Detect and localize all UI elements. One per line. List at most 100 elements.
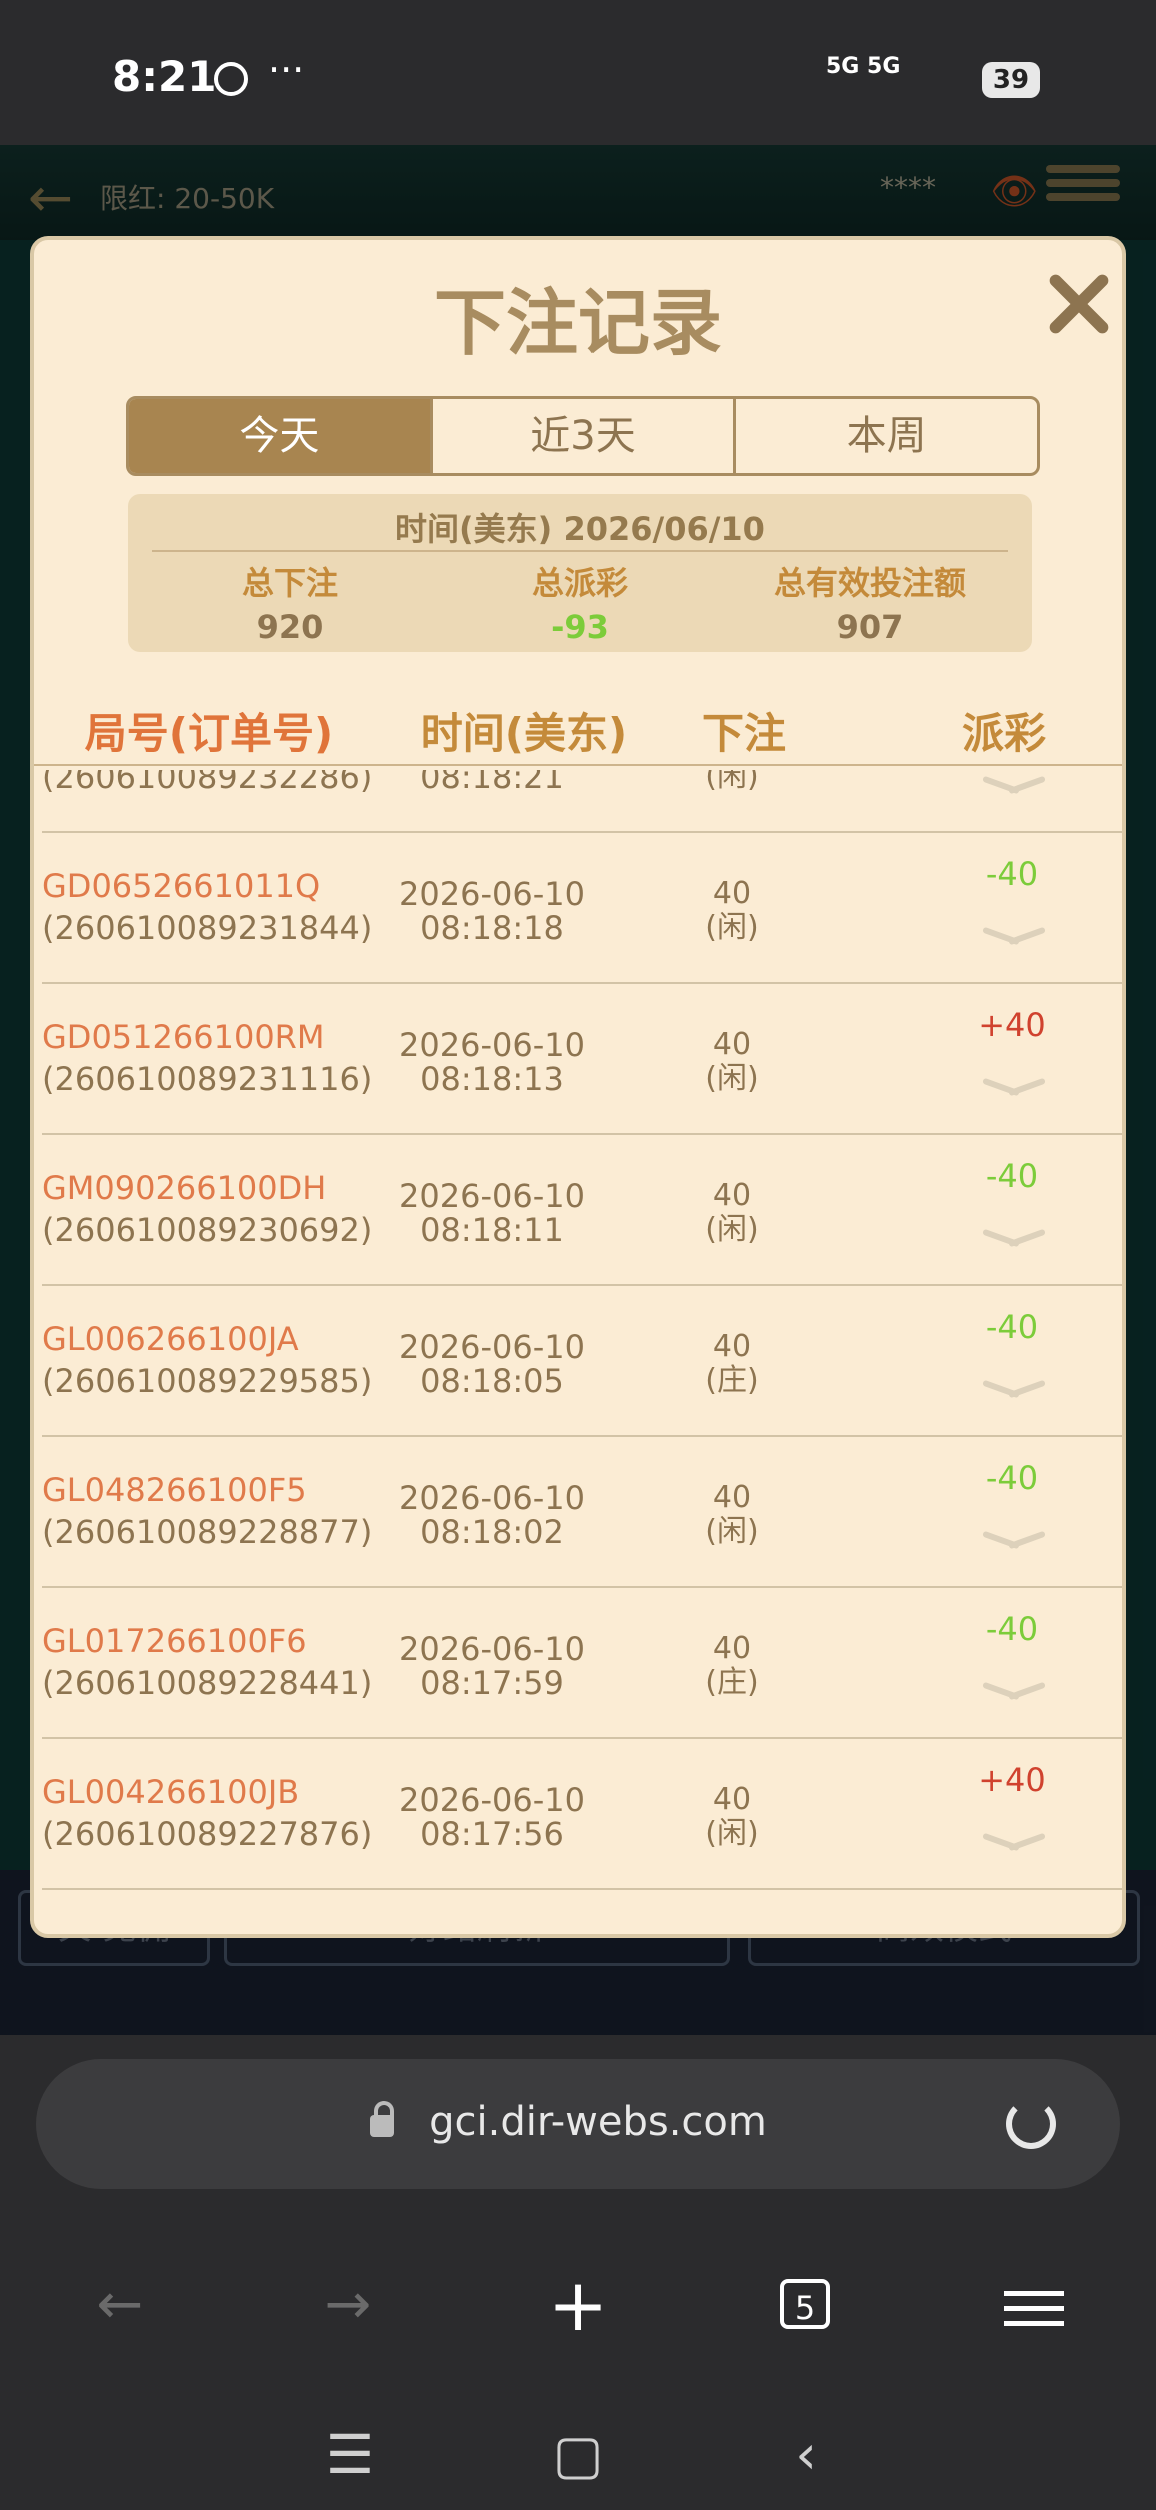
round-id: GM090266100DH xyxy=(42,1169,327,1207)
bet-cell: 40(闲) xyxy=(682,1179,782,1247)
payout-value: -40 xyxy=(985,1308,1039,1346)
tab-count-button[interactable]: 5 xyxy=(780,2279,830,2329)
chevron-down-icon[interactable] xyxy=(984,1680,1044,1704)
payout-value: -40 xyxy=(985,1157,1039,1195)
modal-title: 下注记录 xyxy=(433,281,722,365)
browser-menu-icon[interactable] xyxy=(1004,2281,1064,2336)
signal-icon: 5G 5G xyxy=(826,54,901,79)
chevron-down-icon[interactable] xyxy=(984,925,1044,949)
table-row[interactable]: GD051266100RM (260610089231116) 2026-06-10… xyxy=(42,984,1122,1135)
order-id: (260610089228441) xyxy=(42,1664,373,1702)
browser-chrome: gci.dir-webs.com ← → + 5 ☰ ▢ ‹ xyxy=(0,2035,1156,2510)
summary-panel: 时间(美东) 2026/06/10 总下注 920 总派彩 -93 总有效投注额… xyxy=(128,494,1032,652)
divider xyxy=(152,550,1008,552)
bet-date: 2026-06-10 xyxy=(399,1781,585,1819)
bet-date: 2026-06-10 xyxy=(399,1479,585,1517)
bet-date: 2026-06-10 xyxy=(399,1328,585,1366)
more-dots: ··· xyxy=(268,48,305,92)
payout-value: -40 xyxy=(985,1610,1039,1648)
record-list[interactable]: GD054266100ST(260610089232286) 2026-06-10… xyxy=(42,770,1122,1930)
table-row[interactable]: GD0652661011Q (260610089231844) 2026-06-10… xyxy=(42,833,1122,984)
bet-time: 08:18:13 xyxy=(420,1060,564,1098)
valid-bet-label: 总有效投注额 xyxy=(773,564,966,602)
url-text[interactable]: gci.dir-webs.com xyxy=(36,2099,1120,2145)
header-bet: 下注 xyxy=(701,709,786,758)
total-bet-label: 总下注 xyxy=(241,564,338,602)
table-row[interactable]: GL017266100F6 (260610089228441) 2026-06-10… xyxy=(42,1588,1122,1739)
bet-amount: 40 xyxy=(712,876,752,911)
table-header: 局号(订单号) 时间(美东) 下注 派彩 xyxy=(34,700,1122,766)
payout-value: -40 xyxy=(985,1459,1039,1497)
recents-icon[interactable]: ☰ xyxy=(310,2415,390,2495)
round-cell: GL006266100JA (260610089229585) xyxy=(42,1320,373,1400)
bet-amount: 40 xyxy=(712,1782,752,1817)
order-id: (260610089231116) xyxy=(42,1060,373,1098)
bet-amount: 40 xyxy=(712,1027,752,1062)
bet-amount: 40 xyxy=(712,1178,752,1213)
home-icon[interactable]: ▢ xyxy=(538,2415,618,2495)
bet-side: (庄) xyxy=(705,1665,759,1700)
round-id: GL048266100F5 xyxy=(42,1471,307,1509)
bet-date: 2026-06-10 xyxy=(399,875,585,913)
round-id: GD0652661011Q xyxy=(42,867,321,905)
clock-icon xyxy=(214,62,248,96)
bet-cell: 40(闲) xyxy=(682,770,782,794)
address-bar[interactable]: gci.dir-webs.com xyxy=(36,2059,1120,2189)
order-id: (260610089229585) xyxy=(42,1362,373,1400)
chevron-down-icon[interactable] xyxy=(984,1076,1044,1100)
order-id: (260610089227876) xyxy=(42,1815,373,1853)
battery-icon: 39 xyxy=(982,62,1040,98)
date-tabs: 今天 近3天 本周 xyxy=(126,396,1040,476)
time-cell: 2026-06-10 08:18:13 xyxy=(392,1028,592,1096)
chevron-down-icon[interactable] xyxy=(984,1831,1044,1855)
back-icon[interactable]: ← xyxy=(70,2255,170,2355)
bet-date: 2026-06-10 xyxy=(399,1630,585,1668)
round-cell: GD051266100RM (260610089231116) xyxy=(42,1018,373,1098)
valid-bet-block: 总有效投注额 907 xyxy=(720,558,1020,646)
tab-today[interactable]: 今天 xyxy=(129,399,433,473)
bet-side: (闲) xyxy=(705,1212,759,1247)
bet-side: (闲) xyxy=(705,770,759,794)
bet-side: (闲) xyxy=(705,1061,759,1096)
bet-time: 08:18:05 xyxy=(420,1362,564,1400)
system-back-icon[interactable]: ‹ xyxy=(766,2415,846,2495)
status-bar: 8:21 ··· 5G 5G 39 xyxy=(0,0,1156,145)
table-row[interactable]: GM090266100DH (260610089230692) 2026-06-10… xyxy=(42,1135,1122,1286)
payout-value: +40 xyxy=(978,1761,1046,1799)
bet-time: 08:18:18 xyxy=(420,909,564,947)
reload-icon[interactable] xyxy=(1006,2099,1056,2149)
new-tab-icon[interactable]: + xyxy=(528,2255,628,2355)
time-cell: 2026-06-10 08:17:59 xyxy=(392,1632,592,1700)
chevron-down-icon[interactable] xyxy=(984,774,1044,798)
bet-amount: 40 xyxy=(712,1329,752,1364)
table-row[interactable]: GL048266100F5 (260610089228877) 2026-06-10… xyxy=(42,1437,1122,1588)
header-round: 局号(订单号) xyxy=(84,709,334,758)
total-payout-value: -93 xyxy=(551,608,609,646)
bet-date: 2026-06-10 xyxy=(399,1026,585,1064)
table-row[interactable]: GD054266100ST(260610089232286) 2026-06-10… xyxy=(42,770,1122,833)
round-cell: GL017266100F6 (260610089228441) xyxy=(42,1622,373,1702)
close-icon[interactable] xyxy=(1034,260,1122,350)
forward-icon[interactable]: → xyxy=(298,2255,398,2355)
chevron-down-icon[interactable] xyxy=(984,1227,1044,1251)
table-row[interactable]: GL004266100JB (260610089227876) 2026-06-10… xyxy=(42,1739,1122,1890)
bet-time: 08:17:59 xyxy=(420,1664,564,1702)
chevron-down-icon[interactable] xyxy=(984,1529,1044,1553)
bet-side: (闲) xyxy=(705,1816,759,1851)
bet-cell: 40(闲) xyxy=(682,877,782,945)
bet-cell: 40 (庄) xyxy=(682,1632,782,1700)
order-id: (260610089228877) xyxy=(42,1513,373,1551)
time-cell: 2026-06-10 08:17:56 xyxy=(392,1783,592,1851)
tab-this-week[interactable]: 本周 xyxy=(736,399,1037,473)
bet-cell: 40 (庄) xyxy=(682,1330,782,1398)
bet-side: (闲) xyxy=(705,910,759,945)
chevron-down-icon[interactable] xyxy=(984,1378,1044,1402)
tab-last-3-days[interactable]: 近3天 xyxy=(433,399,737,473)
round-cell: GL048266100F5 (260610089228877) xyxy=(42,1471,373,1551)
browser-nav: ← → + 5 xyxy=(0,2255,1156,2355)
table-row[interactable]: GL006266100JA (260610089229585) 2026-06-10… xyxy=(42,1286,1122,1437)
order-id: (260610089232286) xyxy=(42,770,373,796)
round-cell: GM090266100DH (260610089230692) xyxy=(42,1169,372,1249)
bet-record-modal: 下注记录 今天 近3天 本周 时间(美东) 2026/06/10 总下注 920… xyxy=(30,236,1126,1938)
bet-date: 2026-06-10 xyxy=(399,1177,585,1215)
